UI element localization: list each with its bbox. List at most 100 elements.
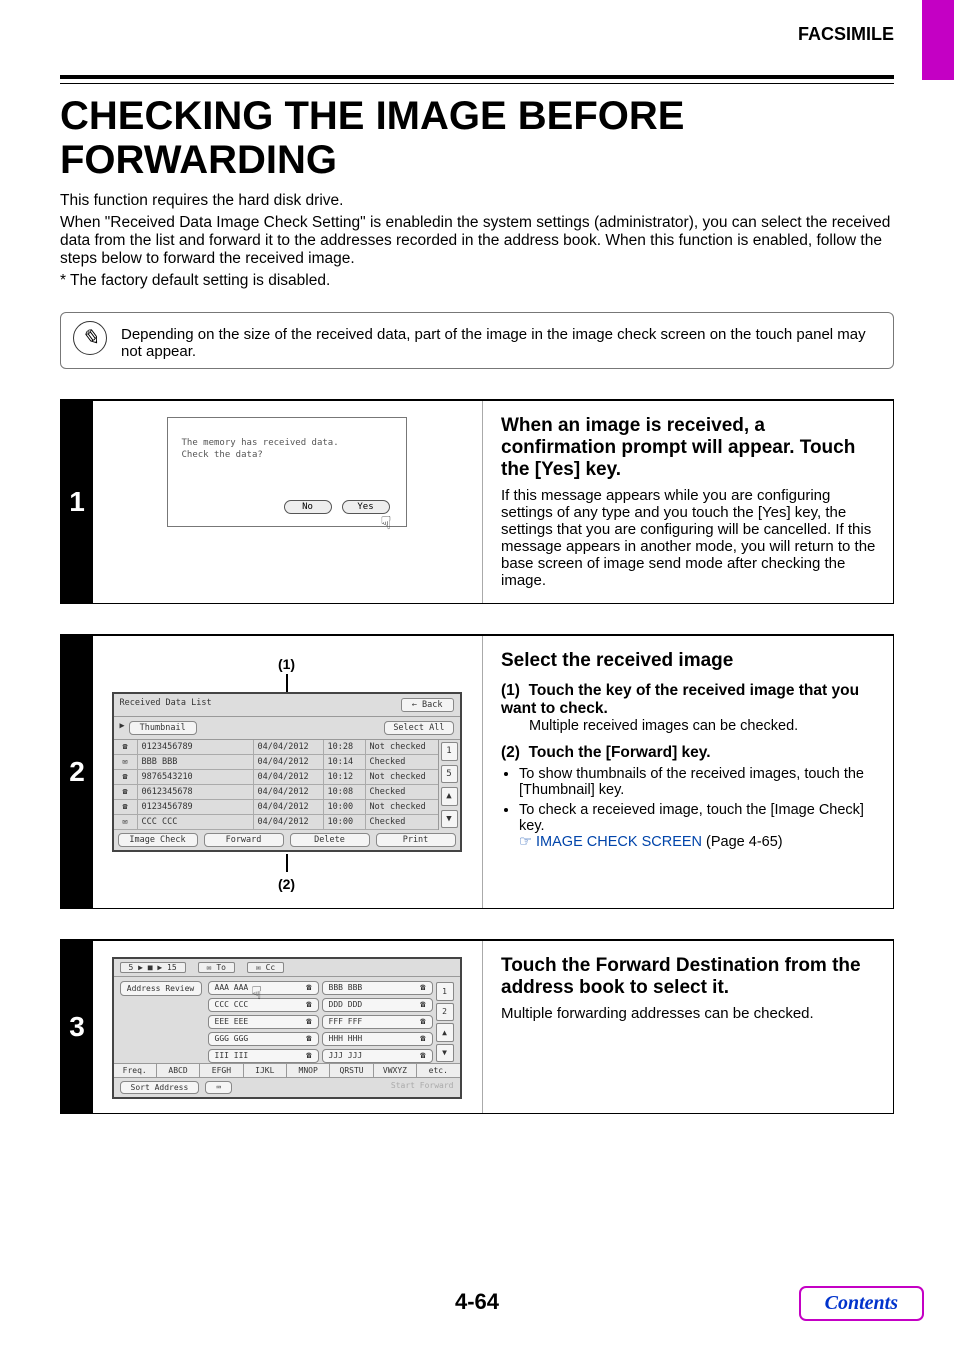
row-date: 04/04/2012 xyxy=(254,770,324,784)
item-1-title: Touch the key of the received image that… xyxy=(501,682,859,717)
phone-icon: ☎ xyxy=(420,1034,425,1044)
step-1-text: When an image is received, a confirmatio… xyxy=(483,401,893,603)
addr-entry[interactable]: EEE EEE☎ xyxy=(208,1015,319,1029)
scroll-down-button[interactable]: ▼ xyxy=(436,1044,454,1063)
addr-entry[interactable]: AAA AAA☎ xyxy=(208,981,319,995)
callout-2: (2) xyxy=(278,876,295,892)
row-status: Checked xyxy=(366,815,438,829)
addr-label: CCC CCC xyxy=(215,1000,249,1010)
thumbnail-button[interactable]: Thumbnail xyxy=(129,721,197,735)
alpha-tab[interactable]: Freq. xyxy=(114,1064,157,1077)
callout-1: (1) xyxy=(278,656,295,672)
alpha-tab[interactable]: IJKL xyxy=(244,1064,287,1077)
table-row[interactable]: ✉ BBB BBB 04/04/2012 10:14 Checked xyxy=(114,755,438,770)
start-forward-button[interactable]: Start Forward xyxy=(391,1081,454,1094)
step-3-figure: 5 ▶ ■ ▶ 15 ✉ To ✉ Cc Address Review AAA … xyxy=(93,941,483,1113)
phone-icon: ☎ xyxy=(420,1017,425,1027)
alpha-tab[interactable]: etc. xyxy=(417,1064,459,1077)
print-button[interactable]: Print xyxy=(376,833,456,847)
row-date: 04/04/2012 xyxy=(254,800,324,814)
select-all-button[interactable]: Select All xyxy=(384,721,453,735)
alpha-tab[interactable]: EFGH xyxy=(200,1064,243,1077)
back-button[interactable]: ← Back xyxy=(401,698,454,712)
note-text: Depending on the size of the received da… xyxy=(121,321,881,360)
sort-address-button[interactable]: Sort Address xyxy=(120,1081,200,1094)
contents-button[interactable]: Contents xyxy=(799,1286,924,1321)
addr-entry[interactable]: FFF FFF ☎ xyxy=(322,1015,433,1029)
table-row[interactable]: ☎ 0123456789 04/04/2012 10:00 Not checke… xyxy=(114,800,438,815)
addr-entry[interactable]: JJJ JJJ☎ xyxy=(322,1049,433,1063)
address-review-button[interactable]: Address Review xyxy=(120,981,202,996)
row-date: 04/04/2012 xyxy=(254,740,324,754)
alpha-tab[interactable]: MNOP xyxy=(287,1064,330,1077)
row-date: 04/04/2012 xyxy=(254,785,324,799)
keyboard-button[interactable]: ⌨ xyxy=(205,1081,232,1094)
addr-entry[interactable]: HHH HHH ☎ xyxy=(322,1032,433,1046)
alpha-tab[interactable]: QRSTU xyxy=(330,1064,373,1077)
item-2-label: (2) xyxy=(501,744,520,761)
addr-label: HHH HHH xyxy=(329,1034,363,1044)
step-3: 3 5 ▶ ■ ▶ 15 ✉ To ✉ Cc Address Review AA… xyxy=(60,939,894,1114)
table-row[interactable]: ☎ 0612345678 04/04/2012 10:08 Checked xyxy=(114,785,438,800)
scroll-down-button[interactable]: ▼ xyxy=(441,810,458,829)
addr-entry[interactable]: GGG GGG☎ xyxy=(208,1032,319,1046)
row-status: Not checked xyxy=(366,800,438,814)
alpha-tab[interactable]: VWXYZ xyxy=(374,1064,417,1077)
intro-line-3: * The factory default setting is disable… xyxy=(60,272,894,290)
image-check-button[interactable]: Image Check xyxy=(118,833,198,847)
addr-entry[interactable]: III III☎ xyxy=(208,1049,319,1063)
back-label: Back xyxy=(422,700,442,710)
addr-entry[interactable]: DDD DDD ☎ xyxy=(322,998,433,1012)
step-2: 2 (1) Received Data List ← Back ▶ Thumbn… xyxy=(60,634,894,909)
delete-button[interactable]: Delete xyxy=(290,833,370,847)
row-icon: ☎ xyxy=(114,740,138,754)
callout-2-line xyxy=(286,854,288,872)
row-time: 10:14 xyxy=(324,755,366,769)
addr-label: DDD DDD xyxy=(329,1000,363,1010)
bullet-2: To check a receieved image, touch the [I… xyxy=(519,802,879,850)
row-time: 10:28 xyxy=(324,740,366,754)
row-icon: ☎ xyxy=(114,800,138,814)
table-row[interactable]: ☎ 9876543210 04/04/2012 10:12 Not checke… xyxy=(114,770,438,785)
item-1-label: (1) xyxy=(501,682,520,699)
row-icon: ✉ xyxy=(114,755,138,769)
to-tab[interactable]: ✉ To xyxy=(198,962,235,973)
addr-entry[interactable]: BBB BBB☎ xyxy=(322,981,433,995)
data-rows: ☎ 0123456789 04/04/2012 10:28 Not checke… xyxy=(114,740,438,830)
addr-label: JJJ JJJ xyxy=(329,1051,363,1061)
row-number: BBB BBB xyxy=(138,755,254,769)
step-1-number: 1 xyxy=(61,401,93,603)
addr-label: AAA AAA xyxy=(215,983,249,993)
phone-icon: ☎ xyxy=(420,1000,425,1010)
intro-line-1: This function requires the hard disk dri… xyxy=(60,192,894,210)
no-button[interactable]: No xyxy=(284,500,332,514)
addr-label: EEE EEE xyxy=(215,1017,249,1027)
step-3-text: Touch the Forward Destination from the a… xyxy=(483,941,893,1113)
addr-label: FFF FFF xyxy=(329,1017,363,1027)
cursor-icon: ☟ xyxy=(381,513,392,534)
table-row[interactable]: ☎ 0123456789 04/04/2012 10:28 Not checke… xyxy=(114,740,438,755)
row-number: 0123456789 xyxy=(138,740,254,754)
dialog-line-1: The memory has received data. xyxy=(182,438,392,450)
forward-button[interactable]: Forward xyxy=(204,833,284,847)
note-box: ✎ Depending on the size of the received … xyxy=(60,312,894,369)
phone-icon: ☎ xyxy=(306,1000,311,1010)
row-icon: ✉ xyxy=(114,815,138,829)
phone-icon: ☎ xyxy=(306,1034,311,1044)
alpha-tab[interactable]: ABCD xyxy=(157,1064,200,1077)
page-start: 1 xyxy=(441,742,458,761)
running-head: FACSIMILE xyxy=(60,24,894,45)
scroll-up-button[interactable]: ▲ xyxy=(441,787,458,806)
row-number: 9876543210 xyxy=(138,770,254,784)
header-accent xyxy=(922,0,954,80)
link-page: (Page 4-65) xyxy=(706,834,783,850)
yes-button[interactable]: Yes xyxy=(342,500,390,514)
table-row[interactable]: ✉ CCC CCC 04/04/2012 10:00 Checked xyxy=(114,815,438,830)
row-time: 10:08 xyxy=(324,785,366,799)
count-2: 2 xyxy=(436,1003,454,1022)
scroll-up-button[interactable]: ▲ xyxy=(436,1023,454,1042)
image-check-link[interactable]: ☞ IMAGE CHECK SCREEN xyxy=(519,834,702,850)
row-number: 0123456789 xyxy=(138,800,254,814)
cc-tab[interactable]: ✉ Cc xyxy=(247,962,284,973)
addr-entry[interactable]: CCC CCC ☎ xyxy=(208,998,319,1012)
